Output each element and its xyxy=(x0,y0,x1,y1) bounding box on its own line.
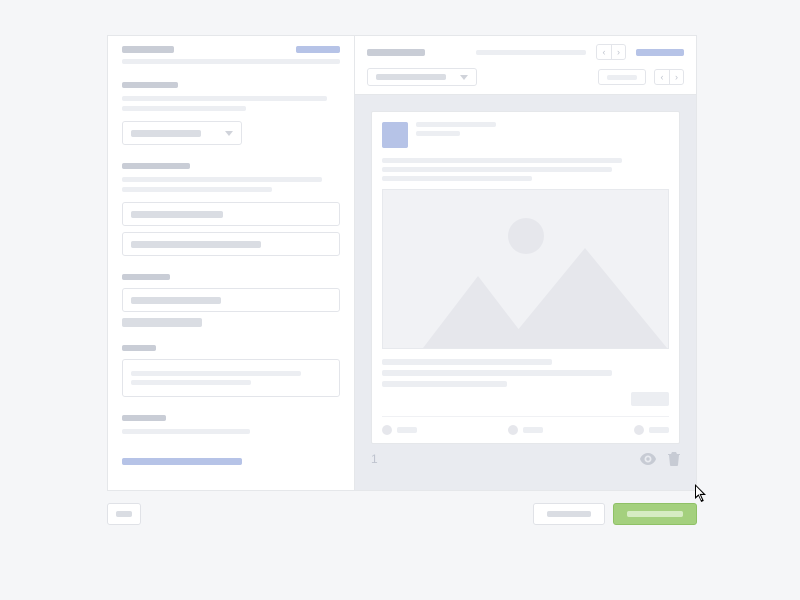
form-header-link[interactable] xyxy=(296,46,340,53)
section-title xyxy=(122,274,170,280)
preview-count-pill[interactable] xyxy=(598,69,646,85)
post-text-line xyxy=(382,167,612,172)
post-action[interactable] xyxy=(508,425,543,435)
post-caption-line xyxy=(382,370,612,376)
form-footer-link[interactable] xyxy=(122,458,242,465)
dropdown-label xyxy=(376,74,446,80)
action-label xyxy=(397,427,417,433)
form-section xyxy=(122,274,340,327)
post-action[interactable] xyxy=(382,425,417,435)
action-label xyxy=(649,427,669,433)
form-input[interactable] xyxy=(122,288,340,312)
post-caption-line xyxy=(382,359,552,365)
preview-subtext xyxy=(476,50,586,55)
section-description xyxy=(122,96,327,101)
form-input[interactable] xyxy=(122,232,340,256)
section-description xyxy=(122,106,246,111)
section-title xyxy=(122,163,190,169)
section-title xyxy=(122,82,178,88)
form-section xyxy=(122,163,340,256)
form-dropdown[interactable] xyxy=(122,121,242,145)
section-description xyxy=(122,177,322,182)
pill-label xyxy=(607,75,637,80)
section-title xyxy=(122,345,156,351)
section-title xyxy=(122,415,166,421)
post-meta xyxy=(416,131,460,136)
preview-title xyxy=(367,49,425,56)
preview-panel: ‹ › xyxy=(355,36,696,490)
post-index: 1 xyxy=(371,452,378,466)
secondary-button[interactable] xyxy=(533,503,605,525)
editor-panels: ‹ › xyxy=(107,35,697,491)
post-preview-card xyxy=(371,111,680,444)
chevron-right-icon[interactable]: › xyxy=(611,45,625,59)
post-cta-button[interactable] xyxy=(631,392,669,406)
footer-actions xyxy=(107,503,697,525)
primary-button[interactable] xyxy=(613,503,697,525)
post-text-line xyxy=(382,158,622,163)
preview-nav-2[interactable]: ‹ › xyxy=(654,69,684,85)
section-description xyxy=(122,429,250,434)
chevron-down-icon xyxy=(225,131,233,136)
avatar xyxy=(382,122,408,148)
chevron-down-icon xyxy=(460,75,468,80)
preview-mode-dropdown[interactable] xyxy=(367,68,477,86)
form-panel xyxy=(108,36,355,490)
form-section xyxy=(122,345,340,397)
form-value xyxy=(122,318,202,327)
action-label xyxy=(523,427,543,433)
preview-pager[interactable]: ‹ › xyxy=(596,44,626,60)
chevron-right-icon[interactable]: › xyxy=(669,70,683,84)
back-button[interactable] xyxy=(107,503,141,525)
form-title xyxy=(122,46,174,53)
eye-icon[interactable] xyxy=(640,453,656,465)
action-icon xyxy=(508,425,518,435)
dropdown-label xyxy=(131,130,201,137)
chevron-left-icon[interactable]: ‹ xyxy=(597,45,611,59)
cursor-icon xyxy=(695,484,709,504)
post-action[interactable] xyxy=(634,425,669,435)
section-description xyxy=(122,187,272,192)
action-icon xyxy=(382,425,392,435)
post-caption-line xyxy=(382,381,507,387)
post-image-placeholder xyxy=(382,189,669,349)
form-section xyxy=(122,415,340,434)
form-textarea[interactable] xyxy=(122,359,340,397)
preview-header-link[interactable] xyxy=(636,49,684,56)
chevron-left-icon[interactable]: ‹ xyxy=(655,70,669,84)
action-icon xyxy=(634,425,644,435)
form-input[interactable] xyxy=(122,202,340,226)
post-text-line xyxy=(382,176,532,181)
post-author xyxy=(416,122,496,127)
trash-icon[interactable] xyxy=(668,452,680,466)
form-section xyxy=(122,82,340,145)
